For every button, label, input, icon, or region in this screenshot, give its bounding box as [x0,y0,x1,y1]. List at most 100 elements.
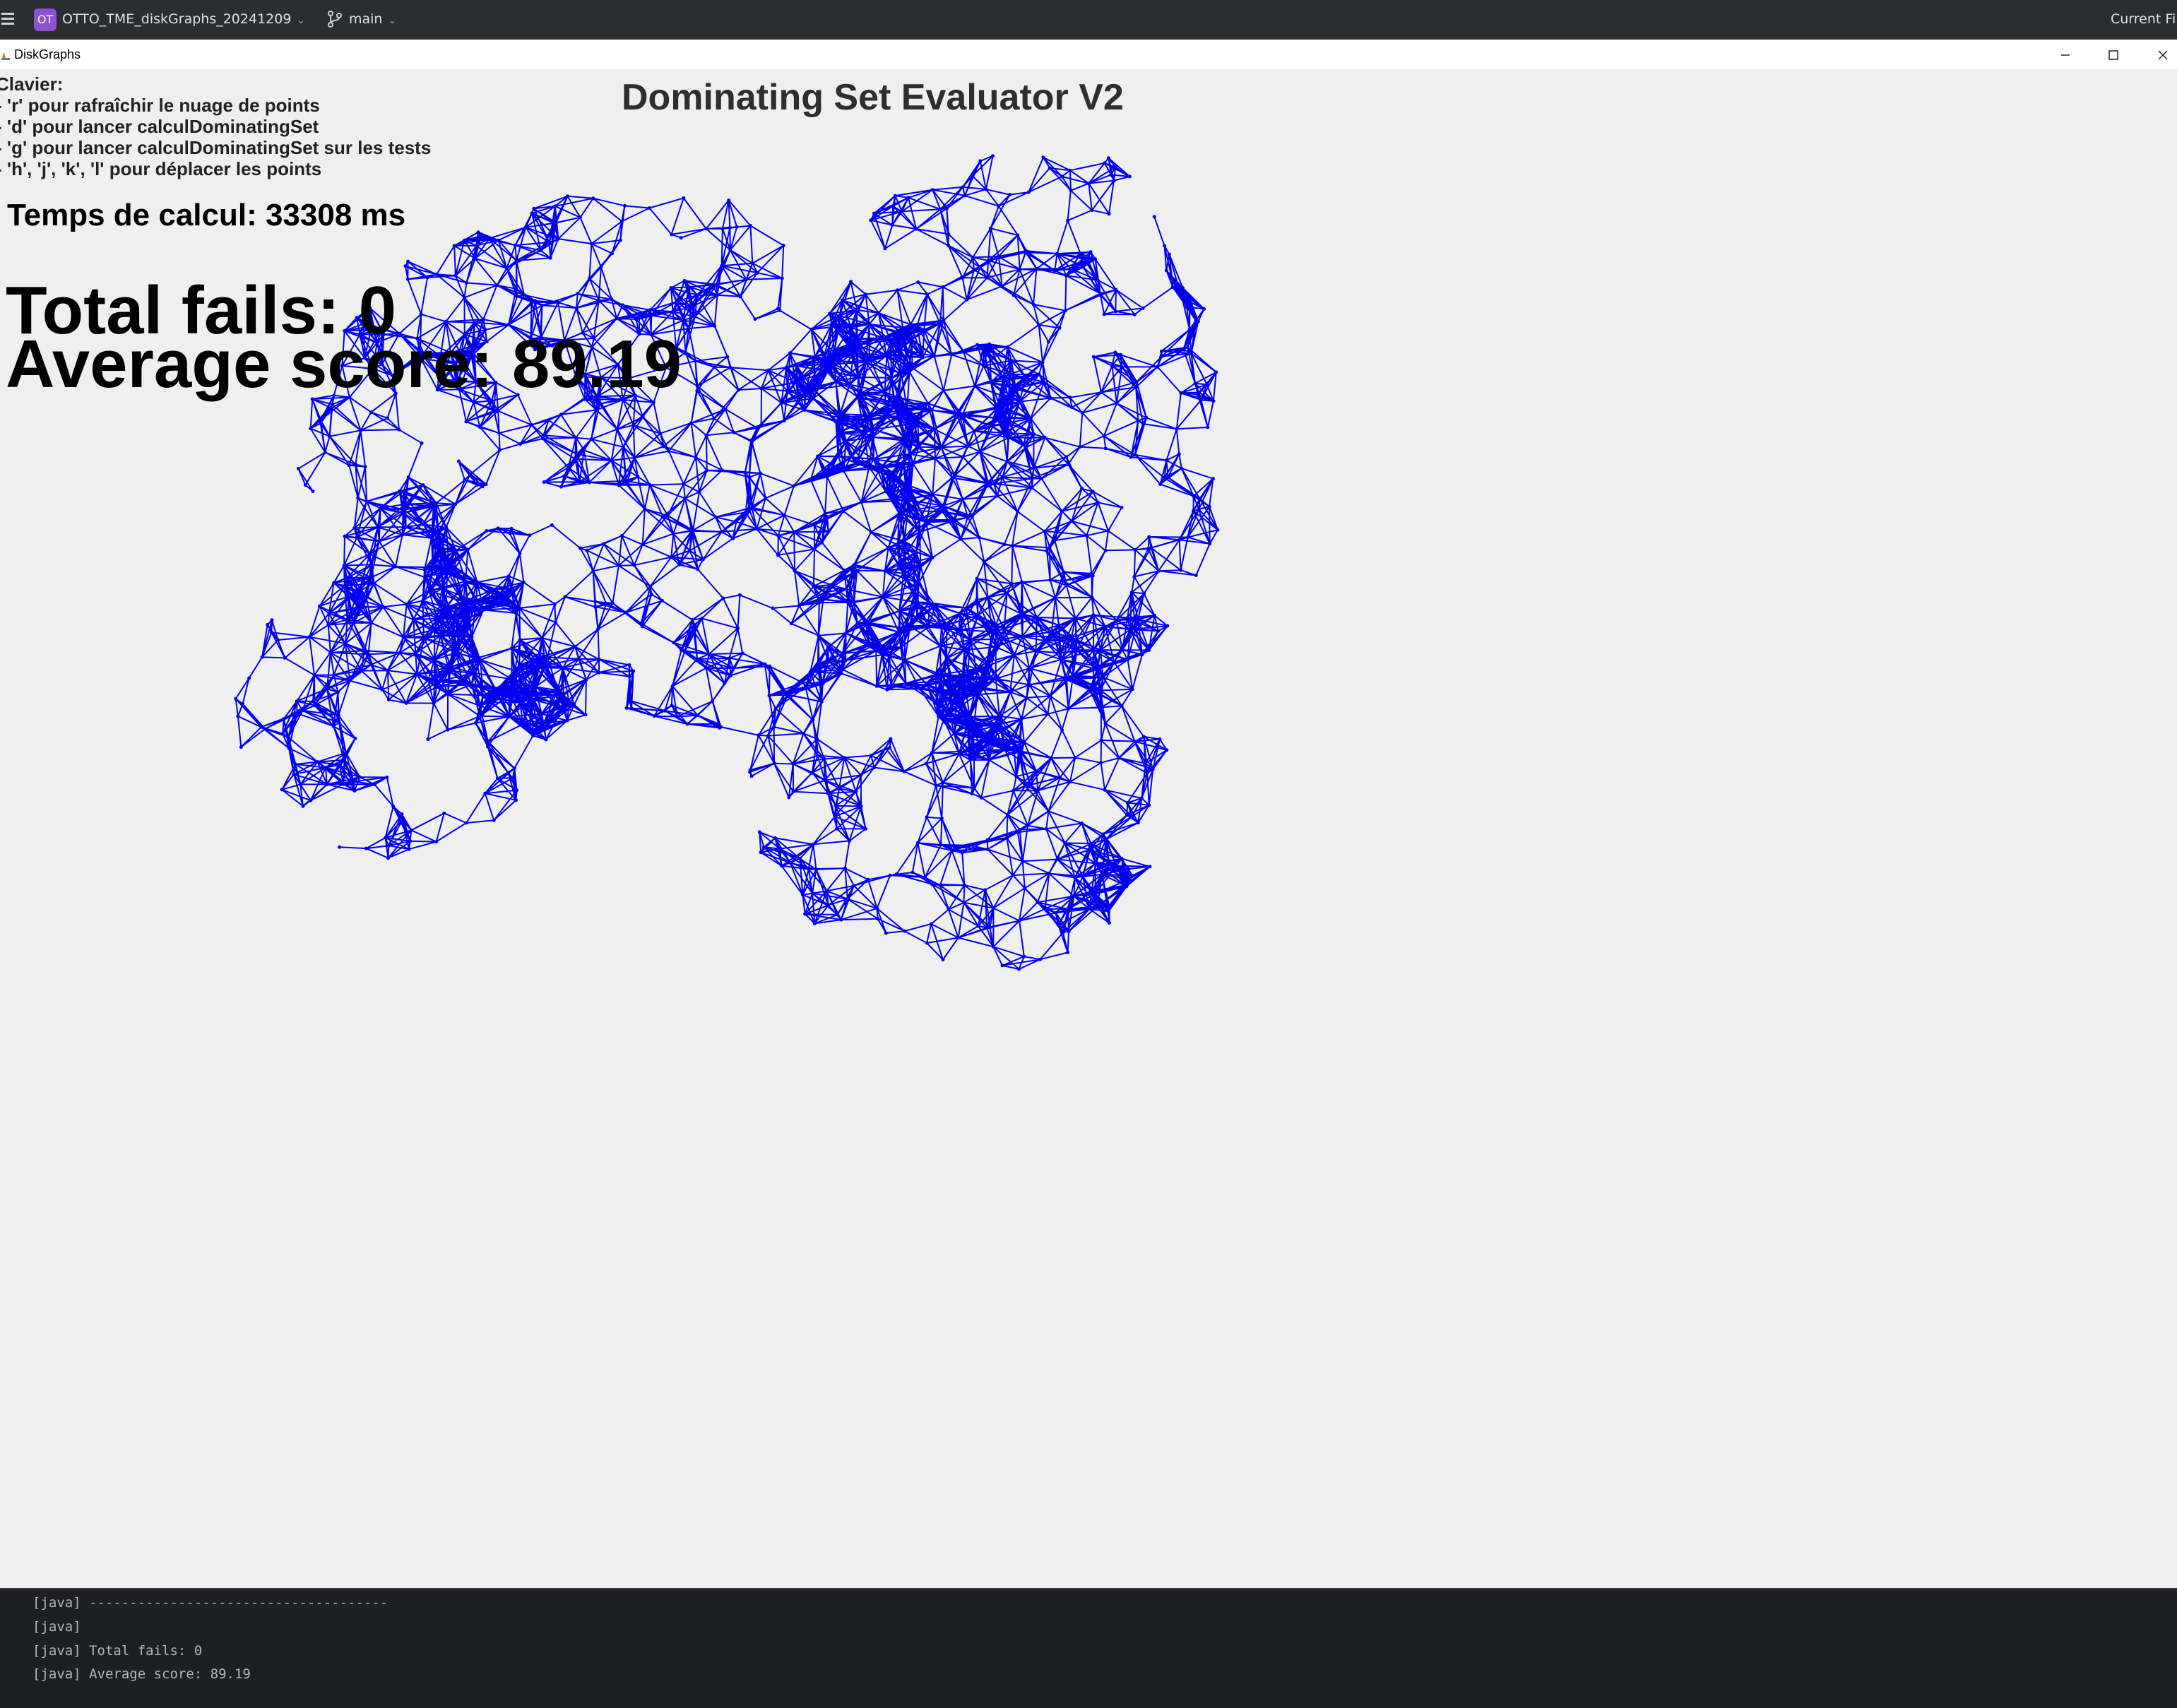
graph-node [838,314,842,318]
graph-node [1105,906,1110,910]
graph-node [1034,649,1038,653]
graph-node [962,901,966,905]
graph-node [975,598,978,602]
graph-node [929,922,933,926]
graph-node [837,786,841,790]
graph-node [1036,900,1040,904]
graph-node [1021,859,1025,863]
graph-node [902,769,906,773]
branch-selector[interactable]: main ⌄ [349,11,396,27]
graph-node [1002,415,1006,419]
graph-node [1030,486,1034,490]
graph-node [723,681,727,685]
graph-node [610,458,613,463]
graph-node [992,482,996,486]
graph-node [1063,841,1067,845]
graph-node [1048,578,1052,582]
graph-node [684,350,687,354]
graph-node [964,606,968,610]
graph-node [859,391,863,395]
graph-node [369,663,373,667]
graph-node [988,925,992,930]
graph-node [493,587,497,591]
graph-node [761,845,766,849]
graph-node [950,689,954,694]
graph-node [419,312,423,316]
graph-node [720,530,724,534]
graph-node [330,406,333,410]
close-button[interactable] [2149,44,2177,65]
run-config-selector[interactable]: Current Fil [2111,11,2177,27]
graph-node [890,497,894,501]
graph-node [561,666,565,670]
graph-node [986,664,990,668]
project-badge[interactable]: OT [34,8,57,31]
graph-node [985,660,989,664]
graph-node [898,330,902,334]
graph-node [981,686,985,690]
graph-node [883,390,887,394]
graph-node [759,423,764,427]
graph-node [533,684,538,689]
graph-node [849,280,853,284]
help-line: - 'd' pour lancer calculDominatingSet [0,116,319,137]
graph-node [813,355,817,359]
graph-node [1084,533,1088,538]
graph-node [816,754,819,758]
graph-node [338,763,342,767]
graph-node [540,303,544,307]
graph-node [547,240,552,244]
graph-node [891,471,896,475]
graph-node [1046,712,1050,716]
graph-node [429,536,434,540]
graph-node [341,782,345,786]
graph-node [687,285,691,289]
graph-node [707,652,711,656]
run-console[interactable]: [java] ---------------------------------… [0,1588,2177,1708]
graph-node [1091,613,1096,617]
graph-node [1194,574,1198,577]
main-menu-icon[interactable] [0,10,16,30]
graph-node [923,875,927,879]
graph-node [301,804,305,808]
graph-node [241,702,245,706]
graph-node [755,426,759,430]
graph-node [1151,767,1155,771]
drawing-canvas[interactable]: Dominating Set Evaluator V2 Clavier: - '… [0,69,2177,1588]
graph-node [1136,821,1140,825]
graph-node [1192,509,1195,513]
minimize-button[interactable] [2051,44,2080,65]
graph-node [260,655,264,659]
graph-node [439,550,444,554]
graph-node [496,409,500,413]
graph-node [518,701,523,705]
graph-node [1073,876,1077,879]
graph-node [1028,416,1033,420]
graph-node [440,586,444,591]
graph-node [989,226,992,230]
graph-node [422,568,427,571]
git-branch-icon[interactable] [326,10,343,28]
graph-node [720,468,724,473]
graph-node [1066,218,1070,223]
graph-node [925,941,929,945]
graph-node [1062,570,1066,574]
graph-node [415,672,419,676]
project-selector[interactable]: OTTO_TME_diskGraphs_20241209 ⌄ [62,11,305,27]
graph-node [689,304,693,309]
graph-node [826,791,830,795]
graph-node [513,668,517,672]
graph-node [1129,455,1133,459]
maximize-button[interactable] [2099,44,2128,65]
help-line: Clavier: [0,73,64,95]
graph-node [852,563,856,567]
graph-node [604,601,608,605]
graph-node [497,238,501,242]
graph-node [869,218,873,223]
graph-node [685,722,689,726]
graph-node [982,736,986,740]
graph-node [485,529,489,533]
graph-node [1012,788,1016,793]
graph-node [427,588,431,593]
graph-node [369,562,374,567]
